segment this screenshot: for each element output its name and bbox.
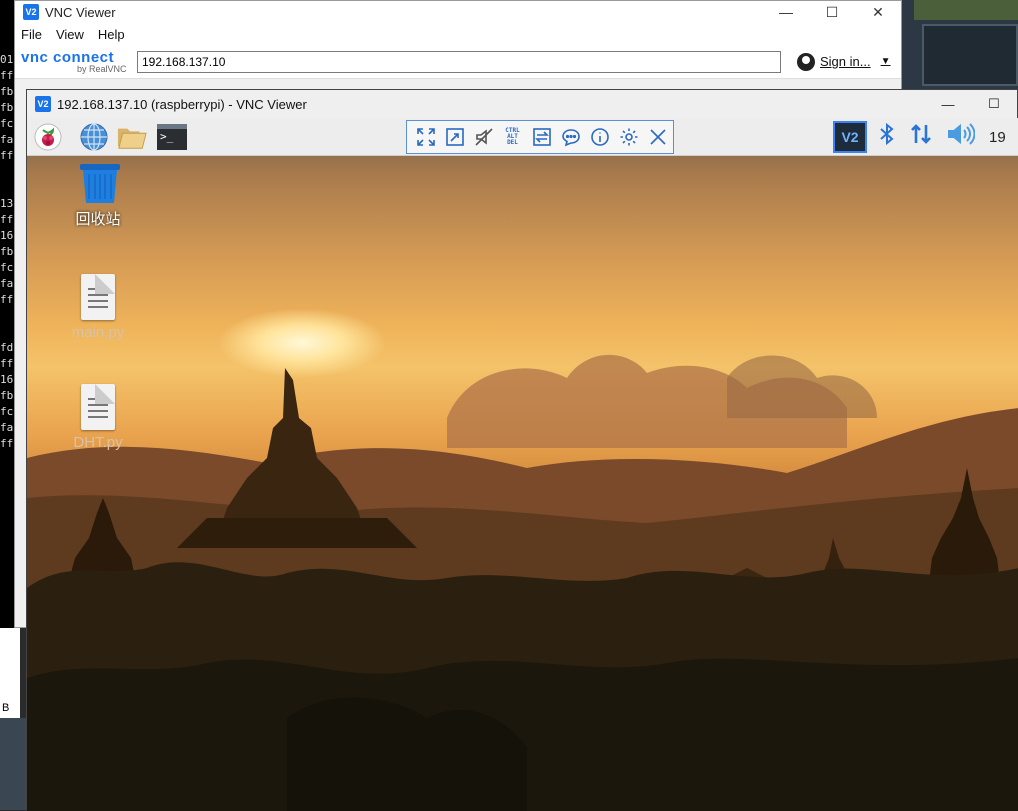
cad-text: CTRL ALT DEL [505,127,520,146]
sign-in-label: Sign in... [820,54,871,69]
address-input[interactable] [137,50,781,73]
sign-in-button[interactable]: Sign in... ▼ [797,52,891,71]
file-icon [81,274,115,320]
menu-view[interactable]: View [56,27,84,42]
session-maximize-button[interactable]: ☐ [971,90,1017,118]
desktop-icon-label: main.py [71,324,125,341]
audio-mute-icon[interactable] [469,123,498,151]
network-icon[interactable] [909,122,933,152]
file-transfer-icon[interactable] [527,123,556,151]
trash-icon [78,162,120,204]
web-browser-icon[interactable] [79,122,109,152]
remote-desktop[interactable]: >_ CTRL ALT DEL V2 19 回收站 main.py DHT.py [27,118,1018,811]
scale-icon[interactable] [440,123,469,151]
menu-file[interactable]: File [21,27,42,42]
bluetooth-icon[interactable] [879,122,895,152]
file-manager-icon[interactable] [117,122,147,152]
terminal-icon[interactable]: >_ [157,122,187,152]
user-avatar-icon [797,52,815,71]
info-icon[interactable] [585,123,614,151]
brand-sub: by RealVNC [77,63,127,74]
brand-name: vnc connect [21,48,115,66]
vnc-session-window: V2 192.168.137.10 (raspberrypi) - VNC Vi… [26,89,1018,811]
volume-icon[interactable] [947,122,976,152]
maximize-button[interactable]: ☐ [809,1,855,23]
close-icon[interactable] [643,123,672,151]
session-title-bar[interactable]: V2 192.168.137.10 (raspberrypi) - VNC Vi… [27,90,1017,118]
vnc-connect-logo: vnc connect by RealVNC [15,50,137,74]
chat-icon[interactable] [556,123,585,151]
menu-help[interactable]: Help [98,27,125,42]
wallpaper-scene [27,354,1018,811]
rpi-taskbar: >_ CTRL ALT DEL V2 19 [27,118,1018,156]
desktop-icon-label: 回收站 [75,211,121,228]
file-icon [81,384,115,430]
desktop-icon-main-py[interactable]: main.py [63,274,133,341]
ctrl-alt-del-icon[interactable]: CTRL ALT DEL [498,123,527,151]
background-panel [914,0,1018,20]
desktop-icon-trash[interactable]: 回收站 [63,162,133,229]
background-desktop-strip [0,718,26,810]
background-text: B [2,702,10,714]
desktop-icon-dht-py[interactable]: DHT.py [63,384,133,451]
session-title: 192.168.137.10 (raspberrypi) - VNC Viewe… [57,96,307,112]
background-window-thumb [922,24,1018,86]
close-button[interactable]: ✕ [855,1,901,23]
vnc-logo-icon: V2 [23,4,39,20]
raspberry-menu-icon[interactable] [33,122,63,152]
desktop-icon-label: DHT.py [73,434,123,451]
session-minimize-button[interactable]: — [925,90,971,118]
terminal-glyph: >_ [157,124,187,150]
system-tray: V2 19 [833,118,1006,156]
vnc-logo-icon: V2 [35,96,51,112]
settings-icon[interactable] [614,123,643,151]
background-desktop-right [900,0,1018,90]
address-bar: vnc connect by RealVNC Sign in... ▼ [15,45,901,79]
vnc-toolbar: CTRL ALT DEL [406,120,674,154]
full-screen-icon[interactable] [411,123,440,151]
vnc-server-icon[interactable]: V2 [833,121,867,153]
chevron-down-icon[interactable]: ▼ [881,56,891,67]
viewer-title: VNC Viewer [45,4,116,20]
viewer-title-bar[interactable]: V2 VNC Viewer — ☐ ✕ [15,1,901,23]
clock: 19 [989,128,1006,146]
minimize-button[interactable]: — [763,1,809,23]
menu-bar: File View Help [15,23,901,45]
